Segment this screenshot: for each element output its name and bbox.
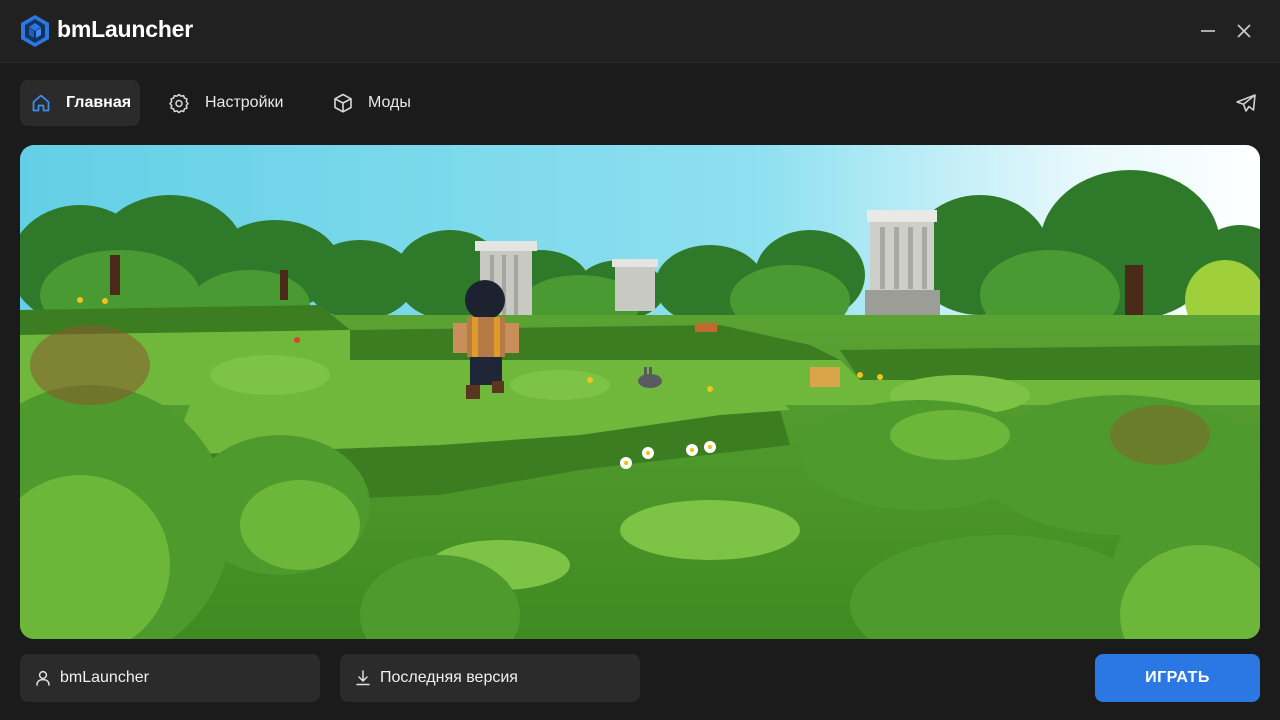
nav-item-label: Главная bbox=[66, 94, 132, 111]
cube-icon bbox=[332, 92, 354, 114]
telegram-button[interactable] bbox=[1234, 91, 1258, 115]
download-icon bbox=[354, 669, 372, 687]
nav-item-mods[interactable]: Моды bbox=[332, 80, 432, 126]
banner-image bbox=[20, 145, 1260, 639]
gear-icon bbox=[168, 92, 190, 114]
nav-item-label: Моды bbox=[368, 94, 411, 111]
version-value: Последняя версия bbox=[380, 669, 518, 686]
app-title: bmLauncher bbox=[57, 16, 194, 42]
play-button[interactable]: ИГРАТЬ bbox=[1095, 654, 1260, 702]
close-button[interactable] bbox=[1232, 19, 1256, 43]
minimize-icon bbox=[1201, 30, 1215, 32]
telegram-icon bbox=[1236, 94, 1256, 112]
nav-item-home[interactable]: Главная bbox=[20, 80, 140, 126]
nav-item-label: Настройки bbox=[205, 94, 284, 111]
close-icon bbox=[1237, 24, 1251, 38]
cube-logo-icon bbox=[21, 15, 49, 47]
minimize-button[interactable] bbox=[1196, 19, 1220, 43]
nav-item-settings[interactable]: Настройки bbox=[168, 80, 308, 126]
home-icon bbox=[30, 92, 52, 114]
user-icon bbox=[34, 669, 52, 687]
version-select[interactable]: Последняя версия bbox=[340, 654, 640, 702]
username-field[interactable]: bmLauncher bbox=[20, 654, 320, 702]
title-bar: bmLauncher bbox=[0, 0, 1280, 63]
voxel-landscape-screenshot bbox=[20, 145, 1260, 639]
username-value: bmLauncher bbox=[60, 669, 149, 686]
launcher-window: bmLauncher Главная Настройки Моды bmLaun… bbox=[0, 0, 1280, 720]
